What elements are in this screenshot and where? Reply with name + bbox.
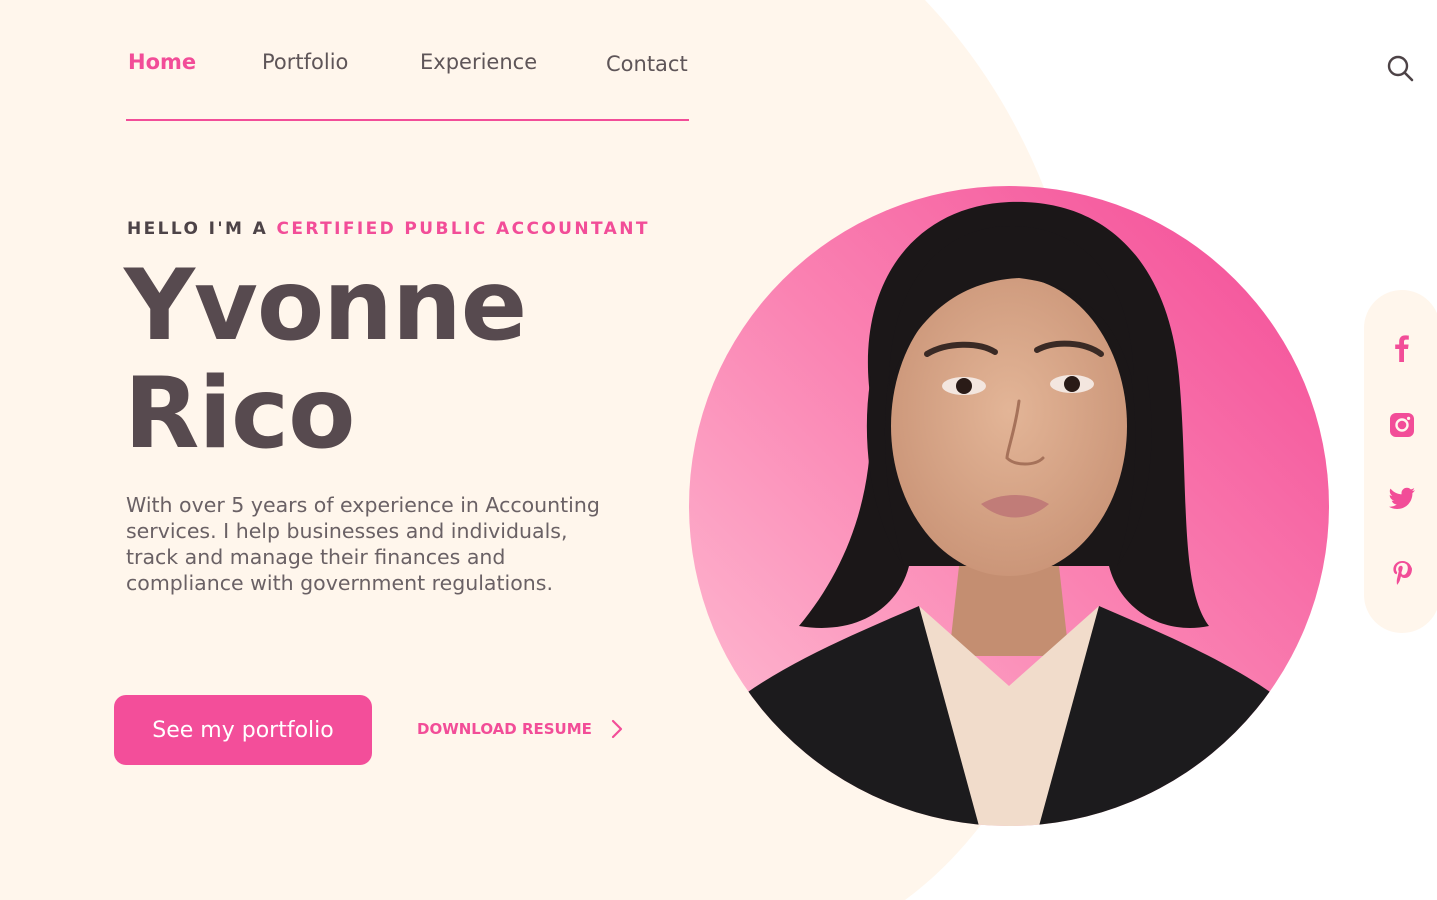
download-resume-link[interactable]: DOWNLOAD RESUME — [417, 717, 624, 741]
hero-name: Yvonne Rico — [124, 249, 527, 471]
social-links — [1364, 290, 1437, 633]
landing-page: Home Portfolio Experience Contact HELLO … — [0, 0, 1437, 900]
facebook-icon — [1395, 335, 1409, 362]
search-icon — [1387, 55, 1414, 82]
hero-description: With over 5 years of experience in Accou… — [126, 493, 600, 595]
profile-photo — [689, 186, 1329, 826]
nav-item-contact[interactable]: Contact — [606, 52, 688, 76]
see-portfolio-label: See my portfolio — [152, 717, 334, 743]
twitter-link[interactable] — [1388, 485, 1416, 513]
last-name: Rico — [124, 357, 355, 471]
eyebrow-prefix: HELLO I'M A — [127, 219, 277, 239]
nav-underline — [126, 119, 689, 121]
see-portfolio-button[interactable]: See my portfolio — [114, 695, 372, 765]
pinterest-icon — [1393, 561, 1412, 585]
nav-item-experience[interactable]: Experience — [420, 50, 537, 74]
facebook-link[interactable] — [1388, 334, 1416, 362]
twitter-icon — [1388, 487, 1415, 509]
pinterest-link[interactable] — [1388, 560, 1416, 588]
nav-item-portfolio[interactable]: Portfolio — [262, 50, 348, 74]
chevron-right-icon — [611, 719, 623, 739]
eyebrow-title: CERTIFIED PUBLIC ACCOUNTANT — [276, 219, 650, 239]
instagram-icon — [1390, 413, 1414, 437]
first-name: Yvonne — [124, 249, 527, 363]
nav-item-home[interactable]: Home — [128, 50, 196, 74]
search-button[interactable] — [1384, 52, 1416, 84]
hero-eyebrow: HELLO I'M A CERTIFIED PUBLIC ACCOUNTANT — [127, 219, 650, 239]
instagram-link[interactable] — [1388, 411, 1416, 439]
download-resume-label: DOWNLOAD RESUME — [417, 720, 592, 738]
